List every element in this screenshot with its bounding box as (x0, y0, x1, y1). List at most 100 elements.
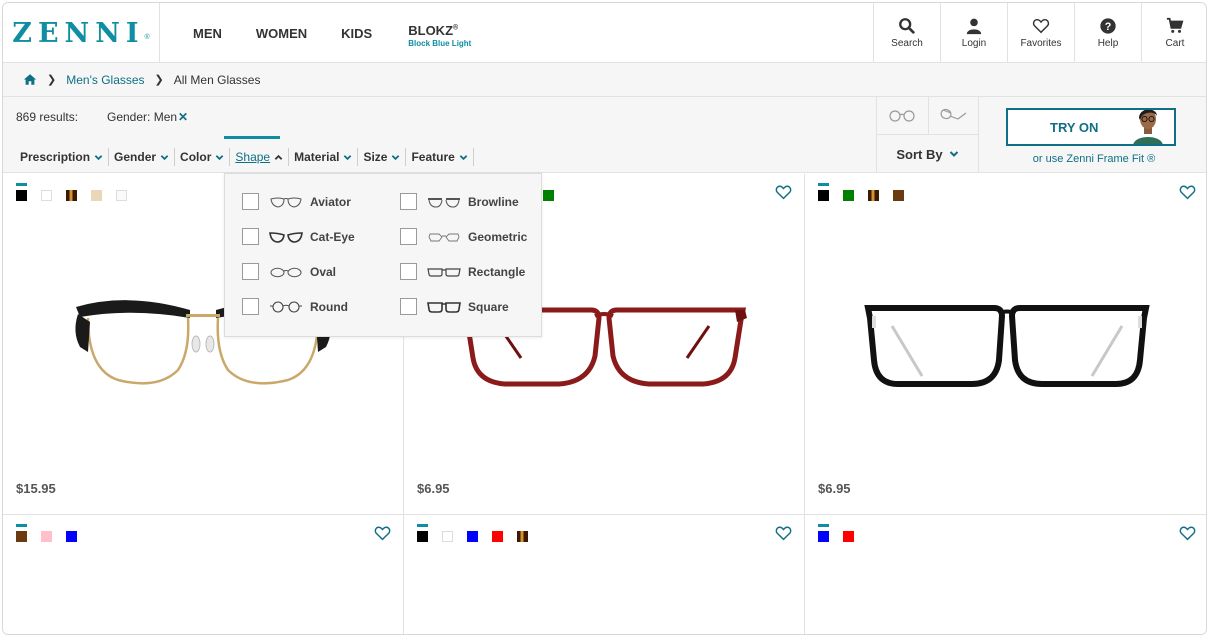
product-card[interactable]: $6.95 (805, 174, 1206, 515)
shape-option-browline[interactable]: Browline (400, 193, 519, 210)
color-swatch[interactable] (818, 190, 829, 201)
side-view-button[interactable] (927, 97, 979, 135)
login-button[interactable]: Login (940, 3, 1007, 63)
chevron-right-icon: ❯ (154, 74, 164, 86)
nav-women[interactable]: WOMEN (256, 26, 307, 41)
sort-by-dropdown[interactable]: Sort By (877, 135, 978, 173)
checkbox[interactable] (242, 298, 259, 315)
color-swatch[interactable] (91, 190, 102, 201)
color-swatch[interactable] (843, 531, 854, 542)
option-label: Round (310, 299, 348, 314)
color-swatch[interactable] (843, 190, 854, 201)
color-swatch[interactable] (442, 531, 453, 542)
filter-gender[interactable]: Gender (108, 148, 174, 166)
sort-by-label: Sort By (896, 146, 943, 162)
heart-icon (1032, 18, 1050, 34)
option-label: Cat-Eye (310, 229, 355, 244)
nav-men[interactable]: MEN (193, 26, 222, 41)
product-card[interactable] (3, 515, 404, 634)
color-swatch[interactable] (543, 190, 554, 201)
checkbox[interactable] (242, 263, 259, 280)
filter-bar: 869 results: Gender: Men✕ Prescription G… (3, 97, 1206, 173)
color-swatch[interactable] (116, 190, 127, 201)
filter-shape[interactable]: Shape (229, 148, 288, 166)
color-swatch[interactable] (66, 531, 77, 542)
checkbox[interactable] (400, 228, 417, 245)
favorite-heart-icon[interactable] (374, 525, 391, 541)
color-swatch[interactable] (492, 531, 503, 542)
help-button[interactable]: ? Help (1074, 3, 1141, 63)
favorite-heart-icon[interactable] (775, 525, 792, 541)
color-swatch[interactable] (41, 531, 52, 542)
favorite-heart-icon[interactable] (1179, 525, 1196, 541)
color-swatch[interactable] (16, 190, 27, 201)
filter-size[interactable]: Size (357, 148, 405, 166)
breadcrumb-mens-glasses[interactable]: Men's Glasses (66, 73, 144, 87)
blokz-reg-mark: ® (453, 24, 459, 32)
product-card[interactable] (404, 515, 805, 634)
color-swatch[interactable] (517, 531, 528, 542)
shape-option-square[interactable]: Square (400, 298, 509, 315)
filter-color-label: Color (180, 150, 212, 164)
search-label: Search (891, 38, 923, 49)
shape-option-cat-eye[interactable]: Cat-Eye (242, 228, 355, 245)
blokz-subtitle: Block Blue Light (408, 38, 472, 48)
home-icon (23, 74, 37, 85)
site-header: ZENNI ® MEN WOMEN KIDS BLOKZ® Block Blue … (3, 3, 1206, 63)
search-button[interactable]: Search (873, 3, 940, 63)
model-avatar (1133, 110, 1163, 144)
product-image[interactable] (862, 296, 1152, 396)
shape-filter-dropdown: Aviator Browline Cat-Eye Geometric Oval … (224, 173, 542, 337)
selected-swatch-indicator (16, 183, 27, 186)
filter-feature[interactable]: Feature (405, 148, 474, 166)
help-icon: ? (1100, 18, 1116, 34)
product-price: $15.95 (16, 481, 56, 496)
product-card[interactable] (805, 515, 1206, 634)
color-swatch[interactable] (66, 190, 77, 201)
color-swatch[interactable] (41, 190, 52, 201)
front-view-button[interactable] (877, 97, 928, 135)
shape-option-geometric[interactable]: Geometric (400, 228, 527, 245)
shape-option-aviator[interactable]: Aviator (242, 193, 351, 210)
color-swatch[interactable] (467, 531, 478, 542)
shape-option-rectangle[interactable]: Rectangle (400, 263, 525, 280)
cart-button[interactable]: Cart (1141, 3, 1206, 63)
page-frame: ZENNI ® MEN WOMEN KIDS BLOKZ® Block Blue … (2, 2, 1207, 635)
checkbox[interactable] (242, 193, 259, 210)
nav-kids[interactable]: KIDS (341, 26, 372, 41)
filter-material[interactable]: Material (288, 148, 357, 166)
color-swatch[interactable] (893, 190, 904, 201)
selected-swatch-indicator (417, 524, 428, 527)
view-toggle (877, 97, 978, 135)
checkbox[interactable] (400, 193, 417, 210)
checkbox[interactable] (400, 298, 417, 315)
frame-fit-link[interactable]: or use Zenni Frame Fit ® (979, 153, 1206, 165)
checkbox[interactable] (400, 263, 417, 280)
chevron-down-icon (160, 154, 169, 160)
chevron-right-icon: ❯ (47, 74, 57, 86)
color-swatch[interactable] (417, 531, 428, 542)
nav-blokz[interactable]: BLOKZ® Block Blue Light (408, 24, 471, 48)
glasses-side-icon (940, 108, 967, 120)
try-on-button[interactable]: TRY ON (1006, 108, 1176, 146)
rectangle-shape-icon (427, 267, 461, 277)
remove-filter-icon[interactable]: ✕ (178, 110, 188, 124)
favorites-button[interactable]: Favorites (1007, 3, 1074, 63)
shape-option-round[interactable]: Round (242, 298, 348, 315)
shape-option-oval[interactable]: Oval (242, 263, 336, 280)
color-swatch[interactable] (16, 531, 27, 542)
option-label: Oval (310, 264, 337, 279)
color-swatch[interactable] (868, 190, 879, 201)
color-swatch[interactable] (818, 531, 829, 542)
cart-icon (1166, 17, 1184, 33)
checkbox[interactable] (242, 228, 259, 245)
breadcrumb-home[interactable] (23, 73, 37, 86)
favorite-heart-icon[interactable] (1179, 184, 1196, 200)
chevron-up-icon (274, 154, 283, 160)
filter-prescription[interactable]: Prescription (16, 148, 108, 166)
cat-eye-shape-icon (269, 231, 303, 243)
chevron-down-icon (459, 154, 468, 160)
zenni-logo[interactable]: ZENNI ® (3, 3, 160, 63)
filter-color[interactable]: Color (174, 148, 229, 166)
favorite-heart-icon[interactable] (775, 184, 792, 200)
